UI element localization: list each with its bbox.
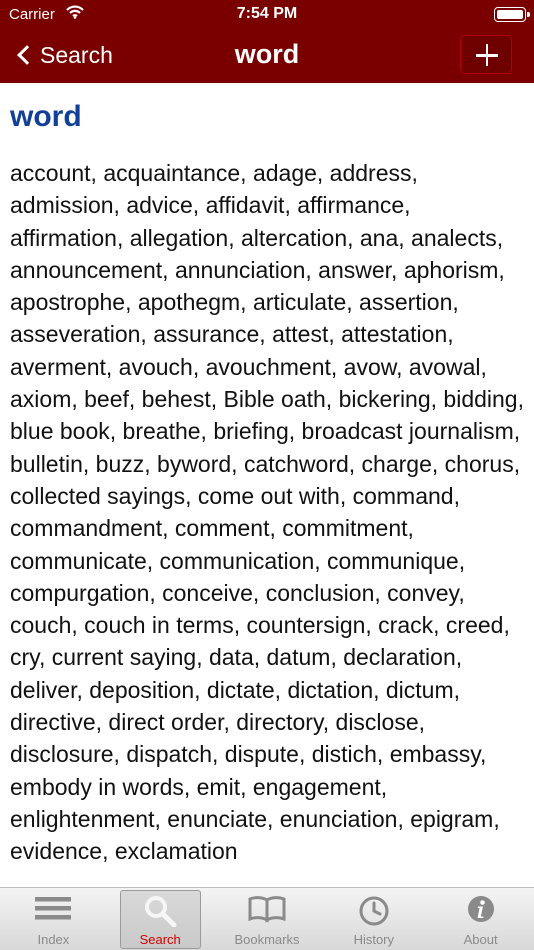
tab-bar: Index Search Bookmarks History About	[0, 887, 534, 950]
tab-index-label: Index	[37, 932, 70, 947]
entry-content[interactable]: word account, acquaintance, adage, addre…	[0, 83, 534, 887]
synonym-list: account, acquaintance, adage, address, a…	[10, 160, 524, 865]
navigation-bar: Search word	[0, 28, 534, 83]
tab-about[interactable]: About	[427, 888, 534, 950]
tab-history[interactable]: History	[320, 888, 427, 950]
entry-headword: word	[10, 100, 82, 133]
tab-bookmarks[interactable]: Bookmarks	[214, 888, 321, 950]
info-icon	[467, 896, 494, 922]
add-bookmark-button[interactable]	[460, 35, 512, 74]
tab-search-label: Search	[139, 932, 181, 947]
clock-time: 7:54 PM	[236, 5, 298, 22]
page-title: word	[234, 39, 300, 69]
book-icon	[248, 896, 286, 923]
magnifier-icon	[145, 896, 177, 927]
status-bar: Carrier 7:54 PM	[0, 0, 534, 28]
tab-index[interactable]: Index	[0, 888, 107, 950]
clock-icon	[359, 896, 389, 926]
tab-history-label: History	[353, 932, 395, 947]
tab-bookmarks-label: Bookmarks	[234, 932, 300, 947]
tab-about-label: About	[463, 932, 498, 947]
list-icon	[35, 897, 72, 920]
tab-search[interactable]: Search	[107, 888, 214, 950]
battery-icon	[494, 7, 530, 22]
